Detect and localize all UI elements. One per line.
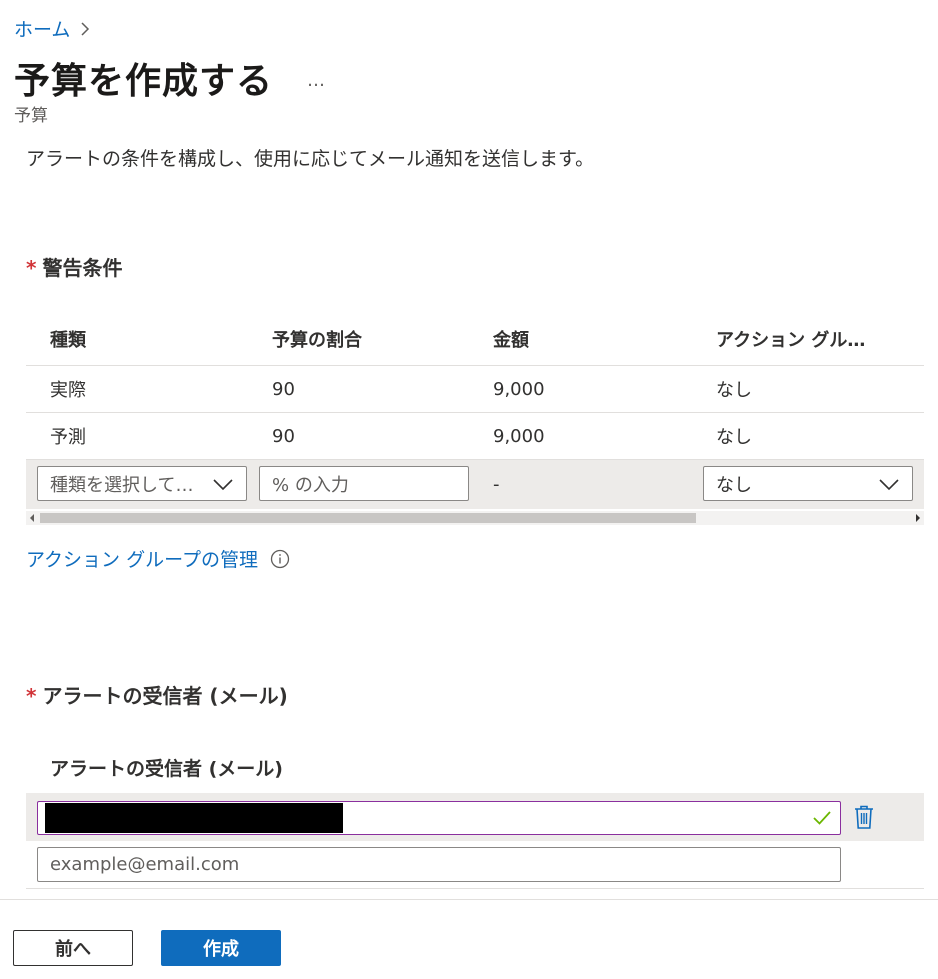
recipients-heading: * アラートの受信者 (メール) bbox=[26, 680, 288, 709]
more-options-button[interactable]: … bbox=[307, 66, 326, 91]
footer-divider bbox=[0, 899, 938, 900]
table-row[interactable]: 予測 90 9,000 なし bbox=[26, 413, 924, 460]
redacted-email bbox=[45, 803, 343, 833]
manage-action-groups-link[interactable]: アクション グループの管理 bbox=[26, 545, 290, 572]
previous-button[interactable]: 前へ bbox=[13, 930, 133, 966]
horizontal-scrollbar[interactable] bbox=[26, 511, 924, 525]
chevron-right-icon bbox=[80, 21, 90, 37]
column-header-percentage: 予算の割合 bbox=[272, 330, 362, 351]
recipients-column-header: アラートの受信者 (メール) bbox=[50, 758, 283, 780]
email-input-placeholder: example@email.com bbox=[50, 854, 240, 875]
chevron-down-icon bbox=[878, 475, 900, 493]
cell-type: 実際 bbox=[50, 380, 86, 401]
column-header-action-group: アクション グル… bbox=[716, 330, 866, 351]
recipients-title: アラートの受信者 (メール) bbox=[42, 684, 288, 708]
cell-amount: 9,000 bbox=[493, 425, 545, 447]
recipient-row bbox=[26, 793, 924, 841]
new-recipient-email-input[interactable]: example@email.com bbox=[37, 847, 841, 882]
percentage-input-placeholder: % の入力 bbox=[272, 474, 349, 496]
grid-header-row: 種類 予算の割合 金額 アクション グル… bbox=[26, 313, 924, 366]
recipient-row: example@email.com bbox=[26, 841, 924, 889]
cell-amount: 9,000 bbox=[493, 378, 545, 400]
table-row[interactable]: 実際 90 9,000 なし bbox=[26, 366, 924, 413]
trash-icon[interactable] bbox=[852, 804, 876, 830]
cell-type: 予測 bbox=[50, 427, 86, 448]
alert-conditions-title: 警告条件 bbox=[42, 256, 123, 280]
scroll-right-icon[interactable] bbox=[912, 511, 924, 525]
action-group-dropdown[interactable]: なし bbox=[703, 466, 913, 501]
breadcrumb: ホーム bbox=[14, 15, 90, 42]
cell-action-group: なし bbox=[716, 427, 752, 448]
alert-conditions-grid: 種類 予算の割合 金額 アクション グル… 実際 90 9,000 なし 予測 … bbox=[26, 313, 924, 509]
page-title: 予算を作成する bbox=[14, 61, 274, 102]
required-mark: * bbox=[26, 684, 37, 708]
type-dropdown-placeholder: 種類を選択して… bbox=[50, 474, 194, 496]
required-mark: * bbox=[26, 256, 37, 280]
cell-percentage: 90 bbox=[272, 425, 295, 447]
info-icon[interactable] bbox=[270, 549, 290, 569]
chevron-down-icon bbox=[212, 475, 234, 493]
alert-conditions-heading: * 警告条件 bbox=[26, 252, 122, 281]
column-header-type: 種類 bbox=[50, 330, 86, 351]
new-condition-row: 種類を選択して… % の入力 - なし bbox=[26, 460, 924, 509]
amount-value: - bbox=[493, 474, 500, 495]
column-header-amount: 金額 bbox=[493, 330, 529, 351]
checkmark-icon bbox=[812, 808, 832, 828]
cell-percentage: 90 bbox=[272, 378, 295, 400]
type-dropdown[interactable]: 種類を選択して… bbox=[37, 466, 247, 501]
page-description: アラートの条件を構成し、使用に応じてメール通知を送信します。 bbox=[26, 148, 595, 170]
action-group-dropdown-value: なし bbox=[716, 474, 752, 496]
manage-action-groups-label: アクション グループの管理 bbox=[26, 549, 258, 571]
breadcrumb-home-link[interactable]: ホーム bbox=[14, 15, 70, 42]
recipient-email-field[interactable] bbox=[37, 801, 841, 835]
page-subtitle: 予算 bbox=[14, 106, 48, 126]
create-button[interactable]: 作成 bbox=[161, 930, 281, 966]
cell-action-group: なし bbox=[716, 380, 752, 401]
title-row: 予算を作成する … bbox=[14, 52, 326, 104]
scroll-left-icon[interactable] bbox=[26, 511, 38, 525]
percentage-input[interactable]: % の入力 bbox=[259, 466, 469, 501]
scrollbar-thumb[interactable] bbox=[40, 513, 696, 523]
